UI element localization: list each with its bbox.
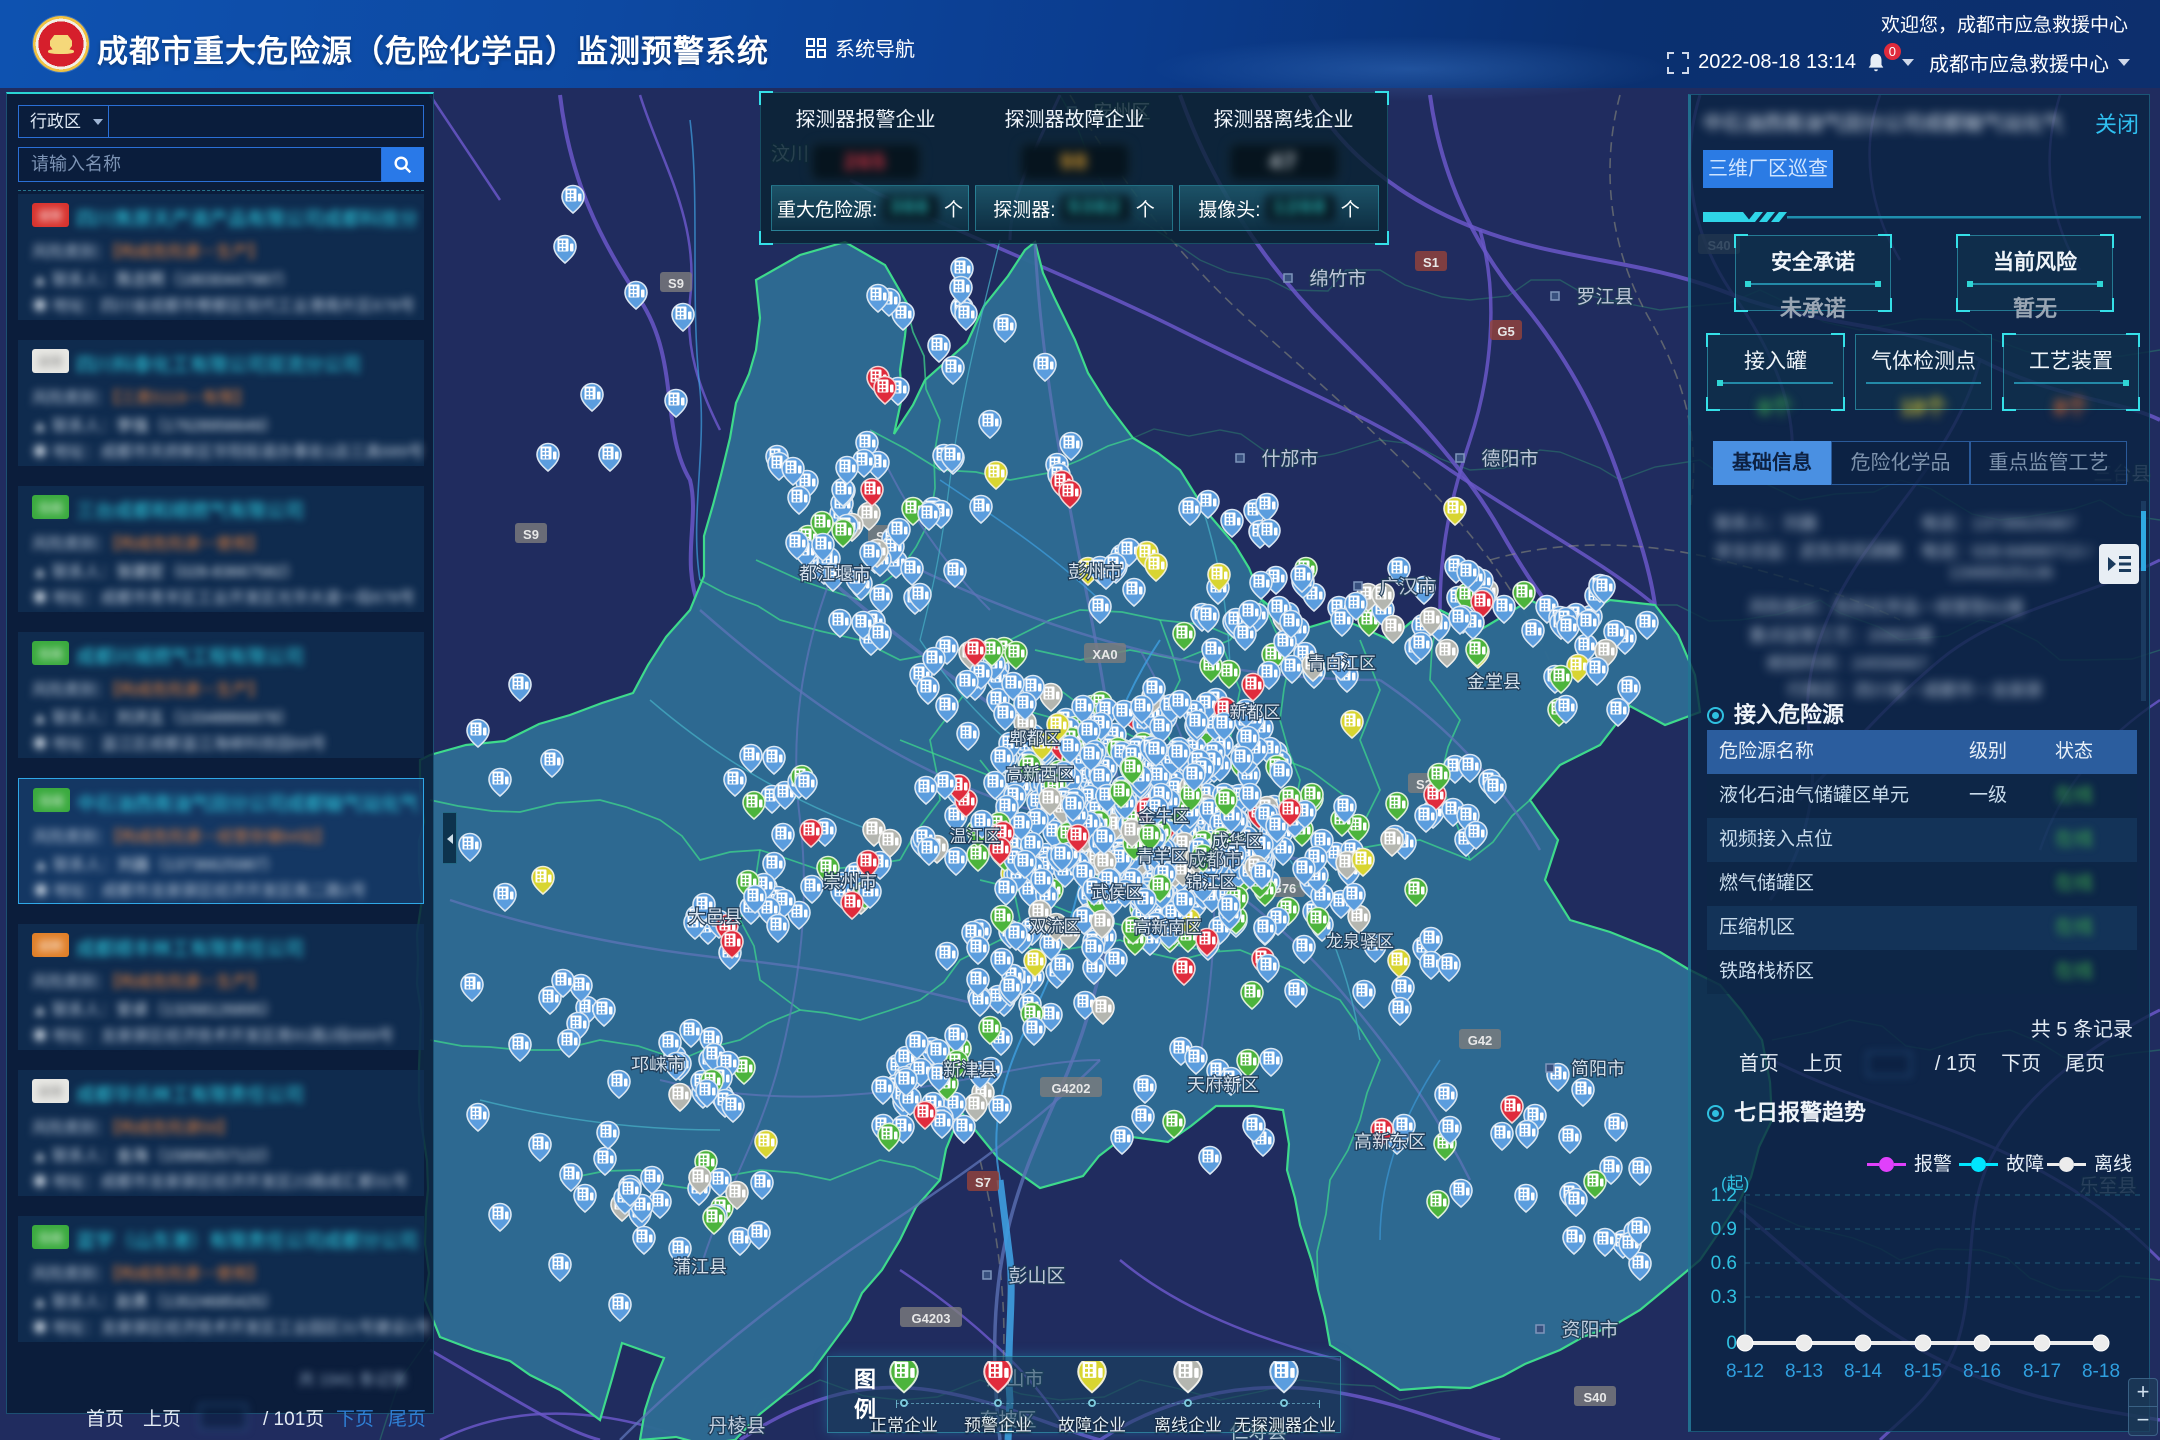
- svg-text:青白江区: 青白江区: [1308, 654, 1376, 673]
- svg-text:成都市: 成都市: [1188, 850, 1242, 870]
- svg-text:S9: S9: [523, 527, 539, 542]
- svg-text:高新西区: 高新西区: [1006, 765, 1074, 784]
- svg-text:大邑县: 大邑县: [688, 907, 742, 927]
- svg-text:8-17: 8-17: [2023, 1361, 2061, 1382]
- svg-text:天府新区: 天府新区: [1187, 1075, 1259, 1095]
- svg-text:S40: S40: [1583, 1390, 1606, 1405]
- svg-text:罗江县: 罗江县: [1576, 286, 1633, 308]
- svg-text:绵竹市: 绵竹市: [1309, 268, 1366, 290]
- svg-text:8-13: 8-13: [1785, 1361, 1823, 1382]
- svg-text:8-16: 8-16: [1963, 1361, 2001, 1382]
- svg-text:S9: S9: [668, 276, 684, 291]
- svg-text:1.2: 1.2: [1711, 1185, 1737, 1206]
- svg-text:都江堰市: 都江堰市: [799, 564, 871, 584]
- svg-text:新津县: 新津县: [943, 1060, 997, 1080]
- svg-text:0: 0: [1726, 1333, 1737, 1354]
- svg-text:彭山区: 彭山区: [1008, 1265, 1065, 1287]
- svg-text:8-18: 8-18: [2082, 1361, 2120, 1382]
- svg-text:武侯区: 武侯区: [1092, 883, 1143, 902]
- svg-text:德阳市: 德阳市: [1481, 448, 1538, 470]
- svg-text:金堂县: 金堂县: [1467, 672, 1521, 692]
- svg-text:S7: S7: [975, 1175, 991, 1190]
- svg-text:丹棱县: 丹棱县: [708, 1415, 765, 1437]
- svg-text:8-12: 8-12: [1726, 1361, 1764, 1382]
- svg-text:S1: S1: [1423, 255, 1439, 270]
- svg-text:金牛区: 金牛区: [1139, 807, 1190, 826]
- svg-text:资阳市: 资阳市: [1561, 1319, 1618, 1341]
- svg-text:崇州市: 崇州市: [823, 872, 877, 892]
- svg-text:0.9: 0.9: [1711, 1219, 1737, 1240]
- svg-text:XA0: XA0: [1092, 647, 1117, 662]
- svg-text:郫都区: 郫都区: [1010, 729, 1061, 748]
- svg-text:双流区: 双流区: [1030, 917, 1081, 936]
- svg-text:蒲江县: 蒲江县: [673, 1257, 727, 1277]
- svg-text:温江区: 温江区: [950, 827, 1001, 846]
- svg-text:彭州市: 彭州市: [1068, 562, 1122, 582]
- svg-text:8-14: 8-14: [1844, 1361, 1882, 1382]
- svg-text:青羊区: 青羊区: [1137, 847, 1188, 866]
- svg-text:广汉市: 广汉市: [1379, 576, 1436, 598]
- svg-text:0.6: 0.6: [1711, 1253, 1737, 1274]
- svg-text:G4203: G4203: [911, 1311, 950, 1326]
- svg-text:高新东区: 高新东区: [1354, 1132, 1426, 1152]
- svg-text:锦江区: 锦江区: [1186, 873, 1237, 892]
- svg-text:龙泉驿区: 龙泉驿区: [1326, 932, 1394, 951]
- svg-text:8-15: 8-15: [1904, 1361, 1942, 1382]
- svg-text:G4202: G4202: [1051, 1081, 1090, 1096]
- svg-text:什邡市: 什邡市: [1261, 448, 1318, 470]
- svg-text:G5: G5: [1497, 324, 1514, 339]
- svg-text:成华区: 成华区: [1212, 832, 1263, 851]
- svg-text:G42: G42: [1468, 1033, 1493, 1048]
- svg-text:新都区: 新都区: [1230, 703, 1281, 722]
- svg-text:简阳市: 简阳市: [1571, 1059, 1625, 1079]
- svg-text:0.3: 0.3: [1711, 1287, 1737, 1308]
- svg-text:高新南区: 高新南区: [1134, 918, 1202, 937]
- svg-text:邛崃市: 邛崃市: [631, 1055, 685, 1075]
